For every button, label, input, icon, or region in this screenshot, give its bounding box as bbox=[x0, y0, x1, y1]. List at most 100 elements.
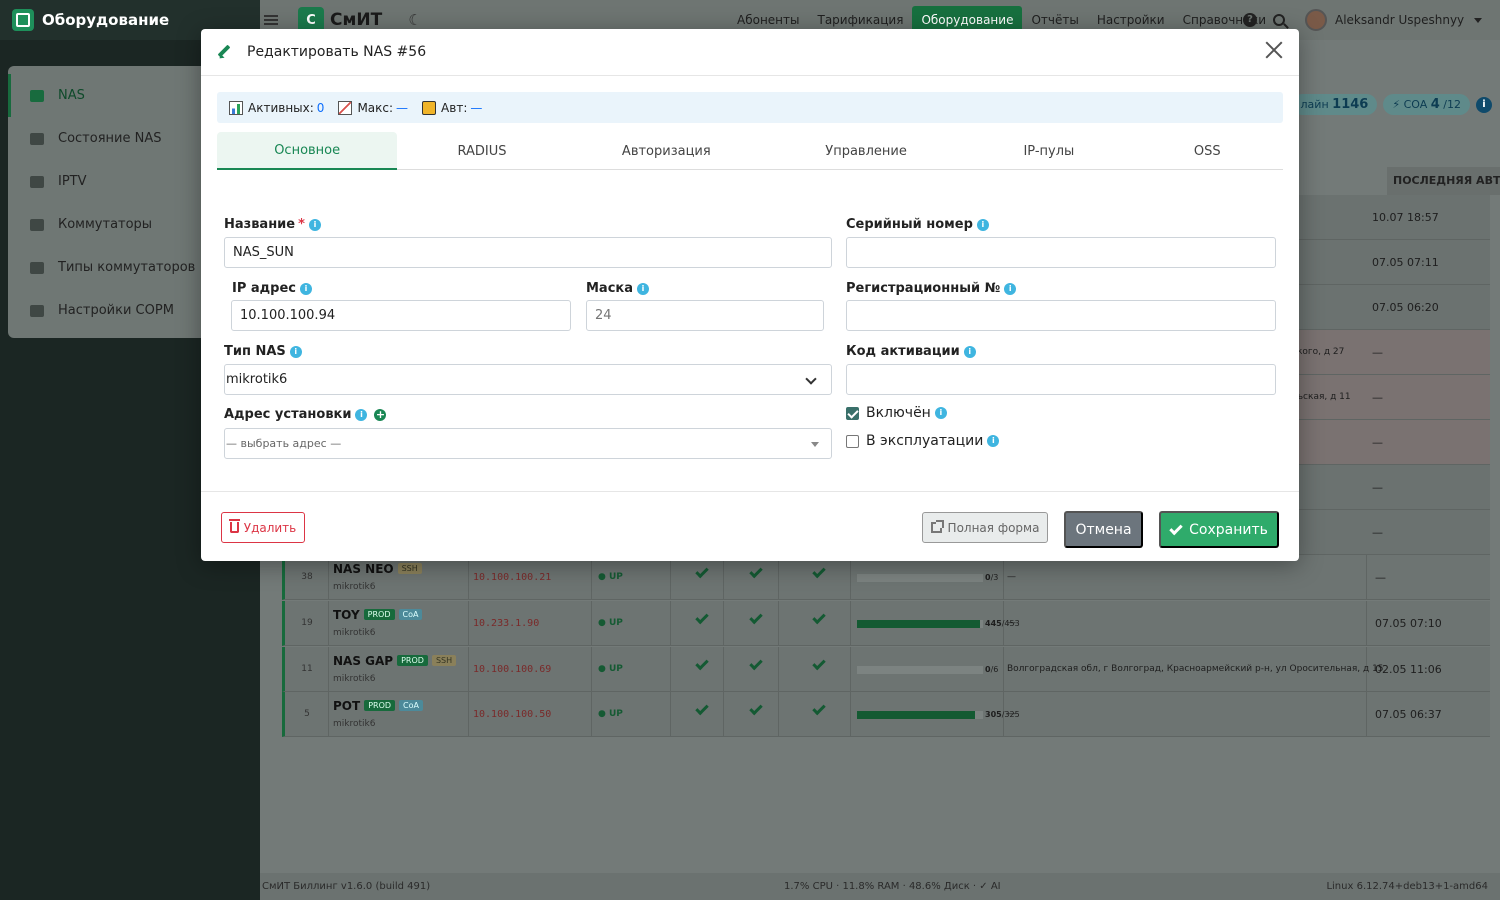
check-icon bbox=[812, 701, 826, 716]
reg-number-label: Регистрационный № i bbox=[846, 281, 1017, 296]
column-divider bbox=[591, 692, 592, 737]
session-progress-bar bbox=[857, 711, 983, 719]
full-form-button[interactable]: Полная форма bbox=[922, 512, 1048, 543]
status-resources: 1.7% CPU · 11.8% RAM · 48.6% Диск · ✓ AI bbox=[784, 881, 1001, 892]
row-ip: 10.100.100.21 bbox=[473, 572, 552, 583]
tab-radius[interactable]: RADIUS bbox=[397, 132, 566, 170]
activation-code-label: Код активации i bbox=[846, 344, 976, 359]
ip-label: IP адрес i bbox=[232, 281, 312, 296]
operation-checkbox[interactable] bbox=[846, 434, 859, 448]
name-input[interactable] bbox=[224, 237, 832, 268]
row-id: 5 bbox=[304, 709, 310, 719]
row-last-auth: 07.05 06:37 bbox=[1375, 708, 1442, 721]
column-divider bbox=[670, 601, 671, 646]
caret-down-icon bbox=[811, 442, 819, 447]
session-progress-bar bbox=[857, 620, 983, 628]
chevron-down-icon[interactable] bbox=[1474, 17, 1483, 23]
table-row[interactable]: 5 POT PROD CoA mikrotik6 10.100.100.50 ● UP 305… bbox=[282, 692, 1490, 737]
info-icon[interactable]: i bbox=[300, 282, 312, 295]
info-icon[interactable]: i bbox=[934, 407, 947, 419]
tab-management[interactable]: Управление bbox=[766, 132, 966, 170]
add-address-icon[interactable]: + bbox=[374, 408, 387, 421]
serial-input[interactable] bbox=[846, 237, 1276, 268]
tab-oss[interactable]: OSS bbox=[1132, 132, 1283, 170]
help-icon[interactable]: ? bbox=[1243, 13, 1257, 27]
user-name[interactable]: Aleksandr Uspeshnyy bbox=[1335, 13, 1464, 27]
column-divider bbox=[723, 601, 724, 646]
column-divider bbox=[1366, 601, 1367, 646]
switch-icon bbox=[30, 218, 44, 231]
info-icon[interactable]: i bbox=[987, 435, 1000, 447]
column-divider bbox=[723, 647, 724, 692]
info-icon[interactable]: i bbox=[637, 282, 650, 295]
nas-type-select[interactable]: mikrotik6 bbox=[224, 364, 832, 395]
table-row[interactable]: 11 NAS GAP PROD SSH mikrotik6 10.100.100.69 ● … bbox=[282, 647, 1490, 692]
row-last-auth: — bbox=[1372, 346, 1383, 359]
reg-number-input[interactable] bbox=[846, 300, 1276, 331]
info-icon[interactable]: i bbox=[355, 408, 368, 421]
info-icon[interactable]: i bbox=[963, 345, 976, 358]
mask-input[interactable] bbox=[586, 300, 824, 331]
address-select[interactable]: — выбрать адрес — bbox=[224, 428, 832, 459]
tag-badge: CoA bbox=[399, 700, 423, 711]
info-icon[interactable]: i bbox=[1004, 282, 1017, 295]
line-chart-icon bbox=[338, 100, 353, 115]
check-icon bbox=[749, 656, 763, 671]
column-header-last-auth[interactable]: ПОСЛЕДНЯЯ АВТ. bbox=[1387, 167, 1500, 195]
delete-button[interactable]: Удалить bbox=[221, 512, 305, 543]
column-divider bbox=[591, 555, 592, 600]
row-id: 38 bbox=[301, 572, 313, 582]
cancel-button[interactable]: Отмена bbox=[1064, 511, 1143, 548]
stat-auth: Авт: — bbox=[422, 100, 482, 115]
tag-badge: PROD bbox=[364, 700, 396, 711]
lock-icon bbox=[422, 100, 437, 115]
tab-ip-pools[interactable]: IP-пулы bbox=[966, 132, 1131, 170]
tag-badge: PROD bbox=[363, 609, 395, 620]
row-address: ского, д 27 bbox=[1292, 347, 1345, 357]
column-divider bbox=[591, 647, 592, 692]
save-button[interactable]: Сохранить bbox=[1159, 511, 1279, 548]
session-progress-bar bbox=[857, 574, 983, 582]
table-row[interactable]: 19 TOY PROD CoA mikrotik6 10.233.1.90 ● UP 445/… bbox=[282, 601, 1490, 646]
row-status: ● UP bbox=[598, 664, 623, 674]
sidebar-brand-label: Оборудование bbox=[42, 11, 170, 29]
row-address: Волгоградская обл, г Волгоград, Красноар… bbox=[1007, 664, 1384, 674]
row-last-auth: 07.05 07:10 bbox=[1375, 617, 1442, 630]
enabled-checkbox-row[interactable]: Включён i bbox=[846, 405, 947, 421]
equipment-logo-icon bbox=[12, 9, 34, 31]
operation-checkbox-row[interactable]: В эксплуатации i bbox=[846, 433, 1000, 449]
column-divider bbox=[778, 692, 779, 737]
info-icon[interactable]: i bbox=[289, 345, 302, 358]
close-icon[interactable] bbox=[1263, 39, 1285, 61]
table-row[interactable]: 38 NAS NEO SSH mikrotik6 10.100.100.21 ● UP 0/… bbox=[282, 555, 1490, 600]
ip-input[interactable] bbox=[231, 300, 571, 331]
menu-icon[interactable] bbox=[264, 15, 278, 25]
modal-tabs: Основное RADIUS Авторизация Управление I… bbox=[217, 132, 1283, 170]
row-type: mikrotik6 bbox=[333, 674, 376, 684]
row-name: NAS NEO SSH bbox=[333, 562, 422, 576]
column-divider bbox=[468, 692, 469, 737]
required-mark: * bbox=[298, 217, 305, 232]
activation-code-input[interactable] bbox=[846, 364, 1276, 395]
operation-label: В эксплуатации bbox=[866, 433, 984, 449]
column-divider bbox=[850, 647, 851, 692]
column-divider bbox=[670, 555, 671, 600]
enabled-checkbox[interactable] bbox=[846, 406, 859, 420]
column-divider bbox=[468, 601, 469, 646]
info-icon[interactable]: i bbox=[976, 218, 989, 231]
tag-badge: SSH bbox=[397, 563, 422, 574]
tab-authorization[interactable]: Авторизация bbox=[567, 132, 766, 170]
progress-fill bbox=[857, 620, 981, 628]
column-divider bbox=[723, 692, 724, 737]
modal-header: Редактировать NAS #56 bbox=[201, 29, 1299, 76]
modal-footer: Удалить Полная форма Отмена Сохранить bbox=[201, 491, 1299, 561]
row-name: NAS GAP PROD SSH bbox=[333, 654, 457, 668]
check-icon bbox=[749, 701, 763, 716]
sidebar-item-label: Состояние NAS bbox=[58, 131, 162, 146]
search-icon[interactable] bbox=[1273, 14, 1285, 26]
avatar[interactable] bbox=[1305, 9, 1327, 31]
moon-icon[interactable]: ☾ bbox=[408, 11, 421, 29]
info-icon[interactable]: i bbox=[308, 218, 321, 231]
info-icon[interactable]: i bbox=[1476, 96, 1492, 113]
tab-main[interactable]: Основное bbox=[217, 132, 398, 170]
